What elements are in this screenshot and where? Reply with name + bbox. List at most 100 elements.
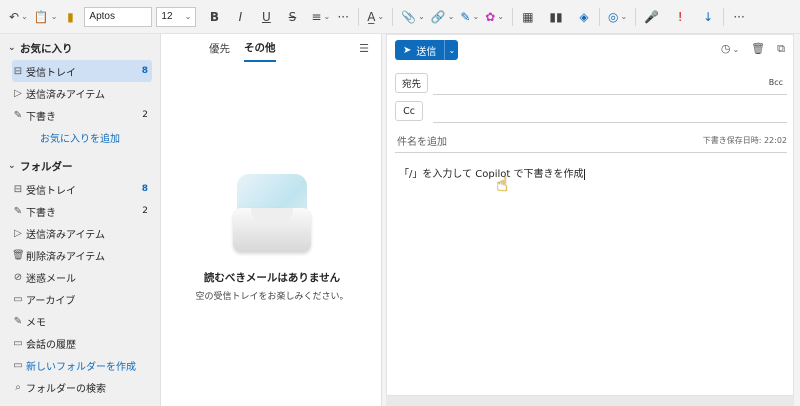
schedule-icon[interactable]: ◷ ⌄ — [721, 42, 739, 56]
chevron-down-icon: ⌄ — [448, 45, 456, 55]
cc-input[interactable] — [433, 99, 787, 123]
popout-icon[interactable]: ⧉ — [777, 42, 785, 56]
empty-title: 読むべきメールはありません — [203, 272, 341, 284]
favorites-header-label: お気に入り — [20, 42, 73, 55]
nav-item-label: 削除済みアイテム — [26, 251, 105, 263]
comment-icon[interactable]: ◎ ⌄ — [605, 5, 630, 29]
toolbar-divider — [635, 7, 637, 26]
folder-pane: ⌄ お気に入り ⊟ 受信トレイ 8 ▷ 送信済みアイテム ✎ 下書き 2 お気に… — [0, 34, 160, 406]
folder-item-junk[interactable]: ⊘ 迷惑メール — [12, 266, 152, 288]
toolbar-divider — [511, 7, 513, 26]
folder-icon: ▭ — [13, 337, 23, 349]
nav-item-label: 下書き — [26, 207, 56, 219]
to-input[interactable] — [433, 71, 787, 95]
favorites-item-inbox[interactable]: ⊟ 受信トレイ 8 — [12, 60, 152, 82]
link-icon[interactable]: 🔗 ⌄ — [428, 5, 458, 29]
font-size-value: 12 — [161, 11, 173, 22]
folder-item-deleted[interactable]: 🗑 削除済みアイテム — [12, 244, 152, 266]
font-size-input[interactable]: 12 ⌄ — [156, 6, 197, 27]
folders-header[interactable]: ⌄ フォルダー — [0, 154, 160, 178]
more-options-icon[interactable]: ··· — [729, 5, 749, 29]
font-name-input[interactable]: Aptos — [84, 6, 153, 27]
send-icon: ➤ — [403, 44, 412, 56]
new-folder-label: 新しいフォルダーを作成 — [26, 361, 136, 373]
italic-button[interactable]: I — [230, 5, 250, 29]
to-button[interactable]: 宛先 — [395, 73, 429, 93]
filter-icon[interactable]: ☰ — [359, 42, 369, 55]
chevron-down-icon: ⌄ — [8, 161, 16, 171]
toolbar-divider — [392, 7, 394, 26]
unread-count: 8 — [141, 184, 148, 194]
styles-icon[interactable]: A̲ ⌄ — [364, 5, 387, 29]
folder-item-sent[interactable]: ▷ 送信済みアイテム — [12, 222, 152, 244]
text-cursor — [584, 168, 586, 180]
junk-icon: ⊘ — [13, 271, 23, 283]
folder-item-drafts[interactable]: ✎ 下書き 2 — [12, 200, 152, 222]
nav-item-label: 迷惑メール — [26, 273, 76, 285]
paragraph-icon[interactable]: ≡ ⌄ — [308, 5, 333, 29]
strikethrough-button[interactable]: S — [282, 5, 302, 29]
empty-state: 読むべきメールはありません 空の受信トレイをお楽しみください。 — [161, 174, 383, 302]
send-options-button[interactable]: ⌄ — [444, 40, 459, 60]
tab-other[interactable]: その他 — [244, 34, 276, 62]
folder-item-conversation-history[interactable]: ▭ 会話の履歴 — [12, 332, 152, 354]
subject-field[interactable]: 件名を追加 下書き保存日時: 22:02 — [395, 129, 787, 153]
signature-icon[interactable]: ✎ ⌄ — [457, 5, 482, 29]
clipboard-icon[interactable]: 📋 ⌄ — [31, 5, 61, 29]
underline-button[interactable]: U — [256, 5, 276, 29]
inbox-tabs: 優先 その他 ☰ — [161, 34, 381, 62]
add-favorite-link[interactable]: お気に入りを追加 — [12, 126, 152, 148]
ribbon-toolbar: ↶ ⌄ 📋 ⌄ ▮ Aptos 12 ⌄ B I U S ≡ ⌄ ··· A̲ ⌄ 📎 ⌄ … — [0, 0, 800, 34]
compose-actions: ◷ ⌄ 🗑 ⧉ — [721, 42, 785, 56]
more-format-button[interactable]: ··· — [333, 5, 353, 29]
folder-item-notes[interactable]: ✎ メモ — [12, 310, 152, 332]
nav-item-label: 受信トレイ — [26, 67, 76, 79]
attach-icon[interactable]: 📎 ⌄ — [398, 5, 428, 29]
sent-icon: ▷ — [14, 87, 22, 99]
low-importance-icon[interactable]: ↓ — [698, 5, 718, 29]
favorites-item-sent[interactable]: ▷ 送信済みアイテム — [12, 82, 152, 104]
empty-inbox-illustration — [233, 174, 311, 254]
new-folder-link[interactable]: ▭ 新しいフォルダーを作成 — [12, 354, 152, 376]
draft-count: 2 — [142, 206, 148, 216]
toolbar-divider — [723, 7, 725, 26]
format-painter-icon[interactable]: ▮ — [60, 5, 80, 29]
note-icon: ✎ — [13, 315, 23, 327]
inbox-icon: ⊟ — [13, 65, 23, 77]
message-body[interactable]: 「/」を入力して Copilot で下書きを作成 — [399, 165, 586, 180]
favorites-header[interactable]: ⌄ お気に入り — [0, 36, 160, 60]
folders-header-label: フォルダー — [20, 160, 73, 173]
importance-icon[interactable]: ! — [670, 5, 690, 29]
nav-item-label: 下書き — [26, 111, 56, 123]
search-folder-item[interactable]: ⌕ フォルダーの検索 — [12, 376, 152, 398]
table-icon[interactable]: ▦ — [518, 5, 538, 29]
draft-icon: ✎ — [13, 205, 23, 217]
chevron-down-icon: ⌄ — [184, 12, 192, 21]
cc-button[interactable]: Cc — [395, 101, 423, 121]
tab-focused[interactable]: 優先 — [209, 34, 230, 62]
inbox-icon: ⊟ — [13, 183, 23, 195]
toolbar-divider — [598, 7, 600, 26]
tag-icon[interactable]: ◈ — [574, 5, 594, 29]
dictate-icon[interactable]: 🎤 — [641, 5, 662, 29]
search-icon: ⌕ — [15, 381, 21, 393]
draft-count: 2 — [142, 110, 148, 120]
bold-button[interactable]: B — [204, 5, 224, 29]
sent-icon: ▷ — [14, 227, 22, 239]
trash-icon: 🗑 — [12, 249, 25, 261]
favorites-item-drafts[interactable]: ✎ 下書き 2 — [12, 104, 152, 126]
send-button[interactable]: ➤ 送信 — [395, 40, 445, 60]
toolbar-divider — [358, 7, 360, 26]
discard-icon[interactable]: 🗑 — [751, 42, 765, 56]
folder-item-archive[interactable]: ▭ アーカイブ — [12, 288, 152, 310]
add-favorite-label: お気に入りを追加 — [40, 133, 120, 145]
folder-item-inbox[interactable]: ⊟ 受信トレイ 8 — [12, 178, 152, 200]
send-label: 送信 — [416, 46, 437, 58]
to-field: 宛先 Bcc — [395, 71, 787, 95]
bcc-button[interactable]: Bcc — [769, 78, 783, 87]
chart-icon[interactable]: ▮▮ — [546, 5, 566, 29]
nav-item-label: メモ — [26, 317, 46, 329]
nav-item-label: 受信トレイ — [26, 185, 76, 197]
undo-icon[interactable]: ↶ ⌄ — [6, 5, 31, 29]
copilot-icon[interactable]: ✿ ⌄ — [482, 5, 507, 29]
